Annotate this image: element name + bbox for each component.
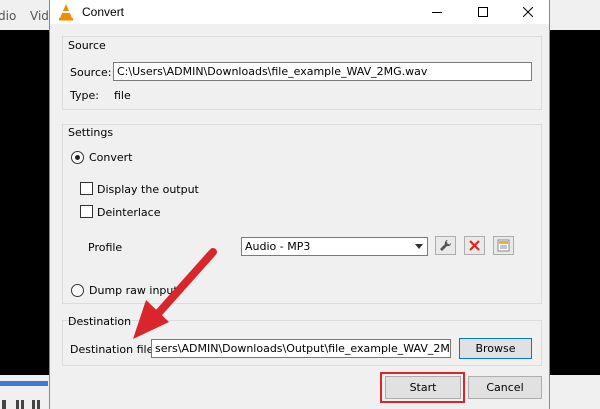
deinterlace-label[interactable]: Deinterlace	[97, 206, 160, 219]
radio-selected-dot	[75, 155, 80, 160]
minimize-button[interactable]	[414, 0, 460, 24]
wrench-icon	[440, 239, 452, 251]
close-button[interactable]	[505, 0, 551, 24]
source-label: Source:	[70, 66, 112, 79]
browse-button[interactable]: Browse	[459, 338, 532, 359]
destination-file-field[interactable]: sers\ADMIN\Downloads\Output\file_example…	[151, 339, 451, 358]
menu-audio[interactable]: dio	[0, 9, 16, 23]
convert-radio-label[interactable]: Convert	[89, 151, 133, 164]
maximize-button[interactable]	[460, 0, 506, 24]
cancel-button[interactable]: Cancel	[468, 376, 542, 399]
close-icon	[523, 7, 533, 17]
settings-group-label: Settings	[68, 126, 114, 139]
profile-select-value: Audio - MP3	[245, 240, 311, 253]
profile-select[interactable]: Audio - MP3	[241, 237, 428, 256]
maximize-icon	[478, 7, 488, 17]
seek-bar[interactable]	[0, 381, 48, 386]
destination-file-label: Destination file:	[70, 343, 158, 356]
profile-label: Profile	[88, 241, 123, 254]
convert-radio[interactable]	[71, 151, 84, 164]
new-profile-icon	[497, 239, 510, 252]
minimize-icon	[432, 12, 442, 13]
source-path-field[interactable]: C:\Users\ADMIN\Downloads\file_example_WA…	[113, 62, 532, 81]
dump-raw-radio[interactable]	[71, 284, 84, 297]
title-bar[interactable]: Convert	[50, 0, 549, 24]
delete-icon	[469, 240, 480, 251]
source-group-label: Source	[68, 39, 106, 52]
new-profile-button[interactable]	[493, 236, 514, 255]
chevron-down-icon	[415, 244, 423, 249]
vlc-cone-icon	[59, 4, 73, 21]
convert-dialog: Convert Source Source: C:\Users\ADMIN\Do…	[49, 0, 550, 409]
dialog-title: Convert	[82, 5, 125, 19]
type-label: Type:	[70, 89, 99, 102]
delete-profile-button[interactable]	[464, 236, 485, 255]
playback-controls-icon[interactable]	[2, 398, 46, 409]
deinterlace-checkbox[interactable]	[80, 205, 93, 218]
dump-raw-label[interactable]: Dump raw input	[89, 284, 178, 297]
destination-group-label: Destination	[68, 315, 132, 328]
edit-profile-button[interactable]	[435, 236, 456, 255]
start-button-highlight	[380, 372, 465, 403]
display-output-checkbox[interactable]	[80, 182, 93, 195]
display-output-label[interactable]: Display the output	[97, 183, 199, 196]
type-value: file	[114, 89, 131, 102]
